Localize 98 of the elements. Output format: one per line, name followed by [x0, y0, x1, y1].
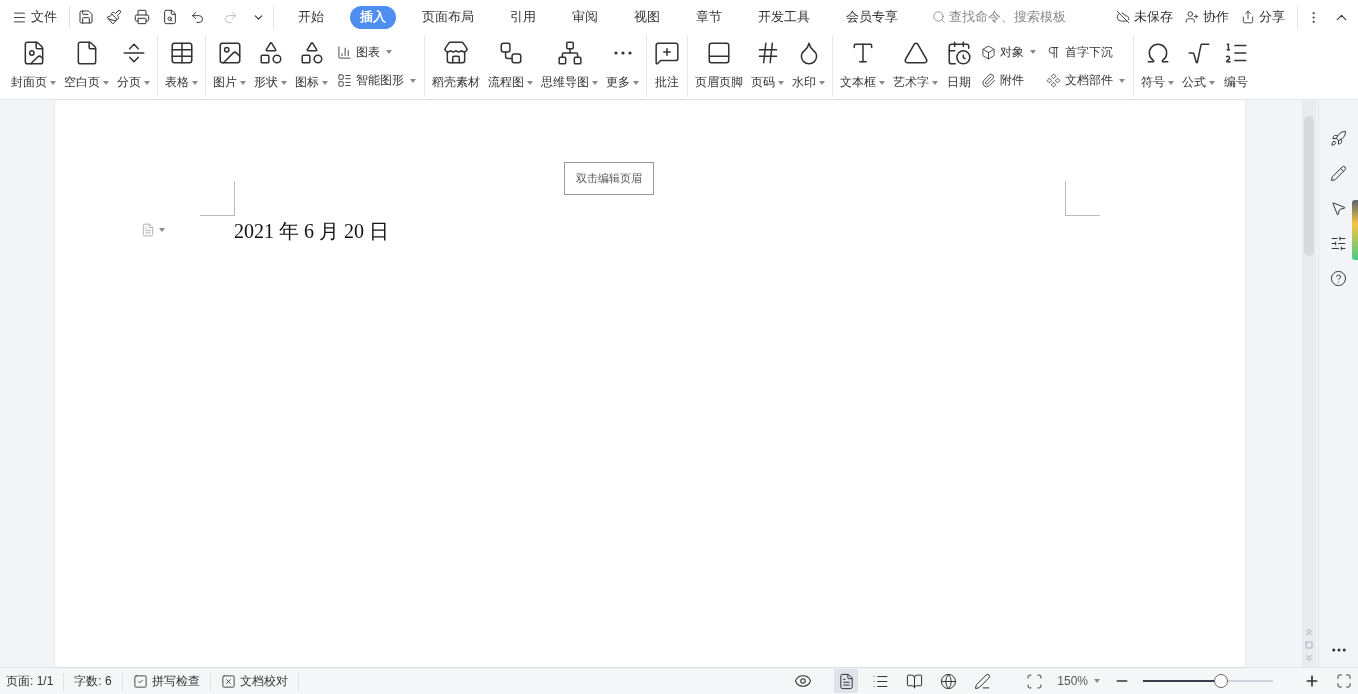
ribbon-button[interactable]: 稻壳素材 — [428, 36, 484, 97]
bar-chart-icon — [337, 44, 352, 60]
side-tab[interactable] — [1352, 200, 1358, 260]
eye-icon[interactable] — [794, 672, 813, 690]
comment-icon — [654, 40, 680, 66]
ribbon-tab[interactable]: 引用 — [500, 5, 546, 29]
share-icon — [1241, 10, 1255, 24]
rocket-icon[interactable] — [1330, 130, 1347, 147]
ribbon-button[interactable]: 思维导图 — [537, 36, 602, 97]
web-view-icon — [939, 672, 957, 690]
menu-icon — [12, 9, 27, 25]
cross-box-icon — [220, 673, 236, 689]
header-footer-icon — [706, 40, 732, 66]
sliders-icon[interactable] — [1330, 235, 1347, 252]
reading-view-icon — [905, 672, 923, 690]
add-user-icon — [1185, 10, 1199, 24]
ribbon-button[interactable]: 批注 — [650, 36, 684, 97]
ribbon-small-button[interactable]: 对象 — [979, 41, 1038, 63]
search-icon — [932, 10, 946, 24]
help-icon[interactable] — [1330, 270, 1347, 287]
zoom-dropdown[interactable]: 150% — [1053, 672, 1104, 690]
top-action-button[interactable]: 协作 — [1181, 6, 1233, 28]
ribbon-button[interactable]: 图标 — [291, 36, 332, 97]
top-action-button[interactable]: 分享 — [1237, 6, 1289, 28]
zoom-in-icon[interactable] — [1304, 673, 1320, 689]
ribbon-button[interactable]: 页眉页脚 — [691, 36, 747, 97]
top-action-button[interactable]: 未保存 — [1112, 6, 1177, 28]
table-icon — [168, 40, 195, 66]
ribbon-button[interactable]: 形状 — [250, 36, 291, 97]
ribbon-button[interactable]: 空白页 — [60, 36, 113, 97]
ribbon-small-button[interactable]: 文档部件 — [1044, 70, 1127, 92]
pilcrow-icon — [1046, 44, 1061, 60]
paperclip-icon — [981, 73, 996, 89]
status-text: 页面: 1/1 — [6, 672, 65, 690]
ribbon-tab[interactable]: 视图 — [624, 5, 670, 29]
ribbon-tab[interactable]: 章节 — [686, 5, 732, 29]
edit-view-icon — [973, 672, 991, 690]
ribbon-tab[interactable]: 会员专享 — [836, 5, 908, 29]
component-icon — [1046, 73, 1061, 89]
ribbon-tab[interactable]: 开始 — [288, 5, 334, 29]
flowchart-icon — [497, 40, 524, 66]
ribbon-tab[interactable]: 开发工具 — [748, 5, 820, 29]
brush-icon[interactable] — [106, 9, 122, 25]
ribbon-small-button[interactable]: 首字下沉 — [1044, 41, 1127, 63]
page-view-icon — [837, 672, 855, 690]
ribbon-small-button[interactable]: 智能图形 — [335, 70, 418, 92]
pen-icon[interactable] — [1330, 165, 1347, 182]
document-text: 2021 年 6 月 20 日 — [234, 219, 389, 244]
list-layout-icon — [337, 73, 352, 89]
check-box-icon — [132, 673, 148, 689]
ribbon-button[interactable]: 日期 — [942, 36, 976, 97]
network-icon — [556, 40, 583, 66]
file-menu[interactable]: 文件 — [8, 6, 61, 28]
symbols-icon — [298, 40, 325, 66]
ribbon-button[interactable]: 编号 — [1219, 36, 1253, 97]
fullscreen-icon[interactable] — [1336, 673, 1352, 689]
cloud-icon — [1116, 10, 1130, 24]
calendar-icon — [946, 40, 972, 66]
store-icon — [443, 40, 469, 66]
ribbon-button[interactable]: 表格 — [161, 36, 202, 97]
ribbon-button[interactable]: 封面页 — [7, 36, 60, 97]
scrollbar[interactable] — [1302, 100, 1316, 667]
margin-corner-mark — [200, 181, 235, 216]
ribbon-tab[interactable]: 页面布局 — [412, 5, 484, 29]
image-icon — [216, 40, 243, 66]
shapes-icon — [257, 40, 284, 66]
view-button[interactable] — [834, 669, 859, 693]
save-icon[interactable] — [78, 9, 94, 25]
dots-icon — [613, 51, 632, 55]
cursor-icon[interactable] — [1330, 200, 1347, 217]
search-field[interactable]: 查找命令、搜索模板 — [932, 8, 1066, 26]
status-button[interactable]: 文档校对 — [220, 672, 299, 690]
ribbon-button[interactable]: 页码 — [747, 36, 788, 97]
margin-corner-mark — [1065, 181, 1100, 216]
ribbon-tab[interactable]: 审阅 — [562, 5, 608, 29]
ribbon-button[interactable]: 公式 — [1178, 36, 1219, 97]
ribbon-button[interactable]: 艺术字 — [889, 36, 942, 97]
ribbon-small-button[interactable]: 图表 — [335, 41, 418, 63]
print-icon[interactable] — [134, 9, 150, 25]
preview-icon[interactable] — [162, 9, 178, 25]
undo-icon[interactable] — [190, 9, 205, 25]
ribbon-button[interactable]: 水印 — [788, 36, 829, 97]
ribbon-button[interactable]: 更多 — [602, 36, 643, 97]
status-text: 字数: 6 — [74, 672, 123, 690]
ribbon-button[interactable]: 符号 — [1137, 36, 1178, 97]
paragraph-menu-icon[interactable] — [141, 223, 165, 237]
ribbon-small-button[interactable]: 附件 — [979, 70, 1038, 92]
ribbon-button[interactable]: 图片 — [209, 36, 250, 97]
fit-icon[interactable] — [1026, 672, 1044, 690]
ribbon-button[interactable]: 分页 — [113, 36, 154, 97]
ribbon-button[interactable]: 流程图 — [484, 36, 537, 97]
triangle-icon — [902, 40, 929, 66]
status-button[interactable]: 拼写检查 — [132, 672, 211, 690]
header-hint[interactable]: 双击编辑页眉 — [564, 162, 654, 195]
zoom-slider[interactable] — [1140, 674, 1276, 688]
slider-thumb[interactable] — [1214, 674, 1229, 688]
ribbon-button[interactable]: 文本框 — [836, 36, 889, 97]
cube-icon — [981, 44, 996, 60]
